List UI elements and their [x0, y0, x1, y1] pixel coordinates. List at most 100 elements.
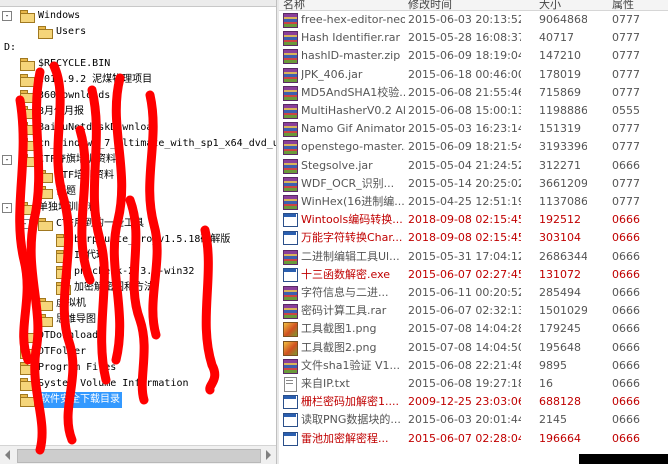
tree-node-label: 虚拟机	[56, 298, 86, 309]
tree-node-label: pngcheck-2.3.0-win32	[74, 266, 195, 277]
file-modified-date: 2015-06-11 00:20:52	[408, 286, 521, 299]
file-row[interactable]: 工具截图1.png 2015-07-08 14:04:28 179245 0666	[279, 319, 668, 338]
file-list-pane[interactable]: 名称 修改时间 大小 属性 free-hex-editor-neo.zip201…	[279, 0, 668, 464]
rar-archive-icon	[282, 158, 298, 174]
file-row[interactable]: 十三函数解密.exe 2015-06-07 02:27:45 131072 0666	[279, 265, 668, 284]
tree-node-label: DTDownloads	[38, 330, 105, 341]
exe-file-icon	[282, 394, 298, 410]
file-row[interactable]: 文件sha1验证 V1... 2015-06-08 22:21:48 9895 066…	[279, 356, 668, 375]
file-modified-date: 2015-05-28 16:08:37	[408, 31, 521, 45]
file-attributes: 0666	[612, 231, 640, 245]
tree-expander-icon[interactable]: -	[20, 219, 30, 229]
rar-archive-icon	[282, 194, 298, 210]
file-row[interactable]: 雷池加密解密程... 2015-06-07 02:28:04 196664 0666	[279, 429, 668, 448]
file-attributes: 0666	[612, 286, 640, 299]
rar-archive-icon	[282, 176, 298, 192]
file-row[interactable]: Wintools编码转换... 2018-09-08 02:15:45 192512…	[279, 210, 668, 229]
file-attributes: 0777	[612, 176, 640, 190]
file-row[interactable]: free-hex-editor-neo.zip2015-06-03 20:13:…	[279, 10, 668, 29]
file-name: 十三函数解密.exe	[301, 267, 391, 281]
file-size: 192512	[539, 213, 581, 227]
file-modified-date: 2015-06-07 02:28:04	[408, 431, 521, 445]
scroll-right-arrow-icon[interactable]	[266, 450, 271, 460]
scrollbar-thumb[interactable]	[17, 449, 261, 463]
file-row[interactable]: 来自IP.txt 2015-06-08 19:27:18 16 0666	[279, 374, 668, 393]
file-attributes: 0777	[612, 140, 640, 154]
file-size: 2686344	[539, 249, 587, 263]
tree-header-strip	[0, 0, 276, 7]
file-row[interactable]: 密码计算工具.rar 2015-06-07 02:32:13 1501029 0666	[279, 301, 668, 320]
tree-node-label: Users	[56, 26, 87, 37]
file-size: 196664	[539, 431, 581, 445]
folder-icon	[20, 362, 35, 375]
file-name: JPK_406.jar	[301, 67, 363, 81]
file-row[interactable]: 万能字符转换Char... 2018-09-08 02:15:45 303104 06…	[279, 228, 668, 247]
tree-expander-icon[interactable]: -	[2, 203, 12, 213]
file-row[interactable]: 字符信息与二进... 2015-06-11 00:20:52 285494 0666	[279, 283, 668, 302]
file-row[interactable]: MD5AndSHA1校验... 2015-06-08 21:55:46 715869…	[279, 83, 668, 102]
folder-icon	[20, 106, 35, 119]
folder-icon	[56, 234, 71, 247]
rar-archive-icon	[282, 12, 298, 28]
file-size: 3661209	[539, 176, 587, 190]
file-row[interactable]: 读取PNG数据块的... 2015-06-03 20:01:44 2145 0666	[279, 410, 668, 429]
tree-node-label: 2018.9.2 泥煤物理项目	[38, 74, 153, 85]
file-modified-date: 2015-06-08 22:21:48	[408, 358, 521, 372]
file-modified-date: 2015-06-18 00:46:00	[408, 67, 521, 81]
file-name: 文件sha1验证 V1...	[301, 358, 400, 372]
file-name: 栅栏密码加解密1....	[301, 395, 399, 409]
file-row[interactable]: 栅栏密码加解密1.... 2009-12-25 23:03:06 688128 066…	[279, 392, 668, 411]
file-row[interactable]: Namo Gif Animator(...2015-05-03 16:23:14…	[279, 119, 668, 138]
file-attributes: 0666	[612, 431, 640, 445]
file-size: 16	[539, 377, 553, 390]
file-size: 178019	[539, 67, 581, 81]
file-modified-date: 2015-06-03 20:13:52	[408, 13, 521, 26]
file-modified-date: 2015-06-09 18:21:54	[408, 140, 521, 154]
file-name: MD5AndSHA1校验...	[301, 85, 405, 99]
folder-icon	[20, 202, 35, 215]
file-name: 读取PNG数据块的...	[301, 413, 401, 427]
tree-expander-icon[interactable]: -	[2, 11, 12, 21]
file-name: 工具截图2.png	[301, 340, 377, 354]
folder-icon	[56, 266, 71, 279]
tree-expander-icon[interactable]: -	[2, 155, 12, 165]
file-size: 195648	[539, 340, 581, 354]
file-attributes: 0777	[612, 13, 640, 26]
tree-node-label: Windows	[38, 10, 81, 21]
file-name: free-hex-editor-neo.zip	[301, 13, 405, 26]
file-row[interactable]: WDF_OCR_识别... 2015-05-14 20:25:02 3661209 0…	[279, 174, 668, 193]
file-modified-date: 2015-04-25 12:51:19	[408, 195, 521, 208]
file-row[interactable]: MultiHasherV0.2 Al... 2015-06-08 15:00:13…	[279, 101, 668, 120]
folder-icon	[38, 186, 53, 199]
folder-icon	[20, 378, 35, 391]
file-modified-date: 2015-05-14 20:25:02	[408, 176, 521, 190]
tree-node-label: 8月份月报	[38, 106, 85, 117]
tree-node-label: CTF用到的一些工具	[56, 218, 145, 229]
folder-icon	[38, 170, 53, 183]
file-name: 来自IP.txt	[301, 377, 350, 390]
file-row[interactable]: WinHex(16进制编... 2015-04-25 12:51:19 113708…	[279, 192, 668, 211]
file-modified-date: 2009-12-25 23:03:06	[408, 395, 521, 409]
file-row[interactable]: openstego-master.zip2015-06-09 18:21:54 3…	[279, 137, 668, 156]
file-size: 688128	[539, 395, 581, 409]
file-row[interactable]: Stegsolve.jar 2015-05-04 21:24:52 312271 06…	[279, 156, 668, 175]
folder-tree-pane[interactable]: - Windows Users D: $RECYCLE.BIN 2018.9.2 泥煤物理…	[0, 0, 276, 464]
file-attributes: 0666	[612, 267, 640, 281]
file-size: 1501029	[539, 304, 587, 318]
file-attributes: 0777	[612, 122, 640, 136]
file-name: 字符信息与二进...	[301, 286, 389, 299]
file-size: 147210	[539, 49, 581, 63]
file-row[interactable]: 二进制编辑工具Ul... 2015-05-31 17:04:12 2686344 06…	[279, 247, 668, 266]
tree-horizontal-scrollbar[interactable]	[0, 445, 276, 464]
file-attributes: 0777	[612, 85, 640, 99]
file-attributes: 0666	[612, 395, 640, 409]
scroll-left-arrow-icon[interactable]	[5, 450, 10, 460]
file-row[interactable]: 工具截图2.png 2015-07-08 14:04:50 195648 0666	[279, 338, 668, 357]
file-row[interactable]: hashID-master.zip 2015-06-09 18:19:04 1472…	[279, 46, 668, 65]
file-size: 2145	[539, 413, 567, 427]
file-row[interactable]: Hash Identifier.rar 2015-05-28 16:08:37 40…	[279, 28, 668, 47]
file-row[interactable]: JPK_406.jar 2015-06-18 00:46:00 178019 0777	[279, 65, 668, 84]
folder-icon	[20, 58, 35, 71]
folder-icon	[20, 74, 35, 87]
rar-archive-icon	[282, 303, 298, 320]
